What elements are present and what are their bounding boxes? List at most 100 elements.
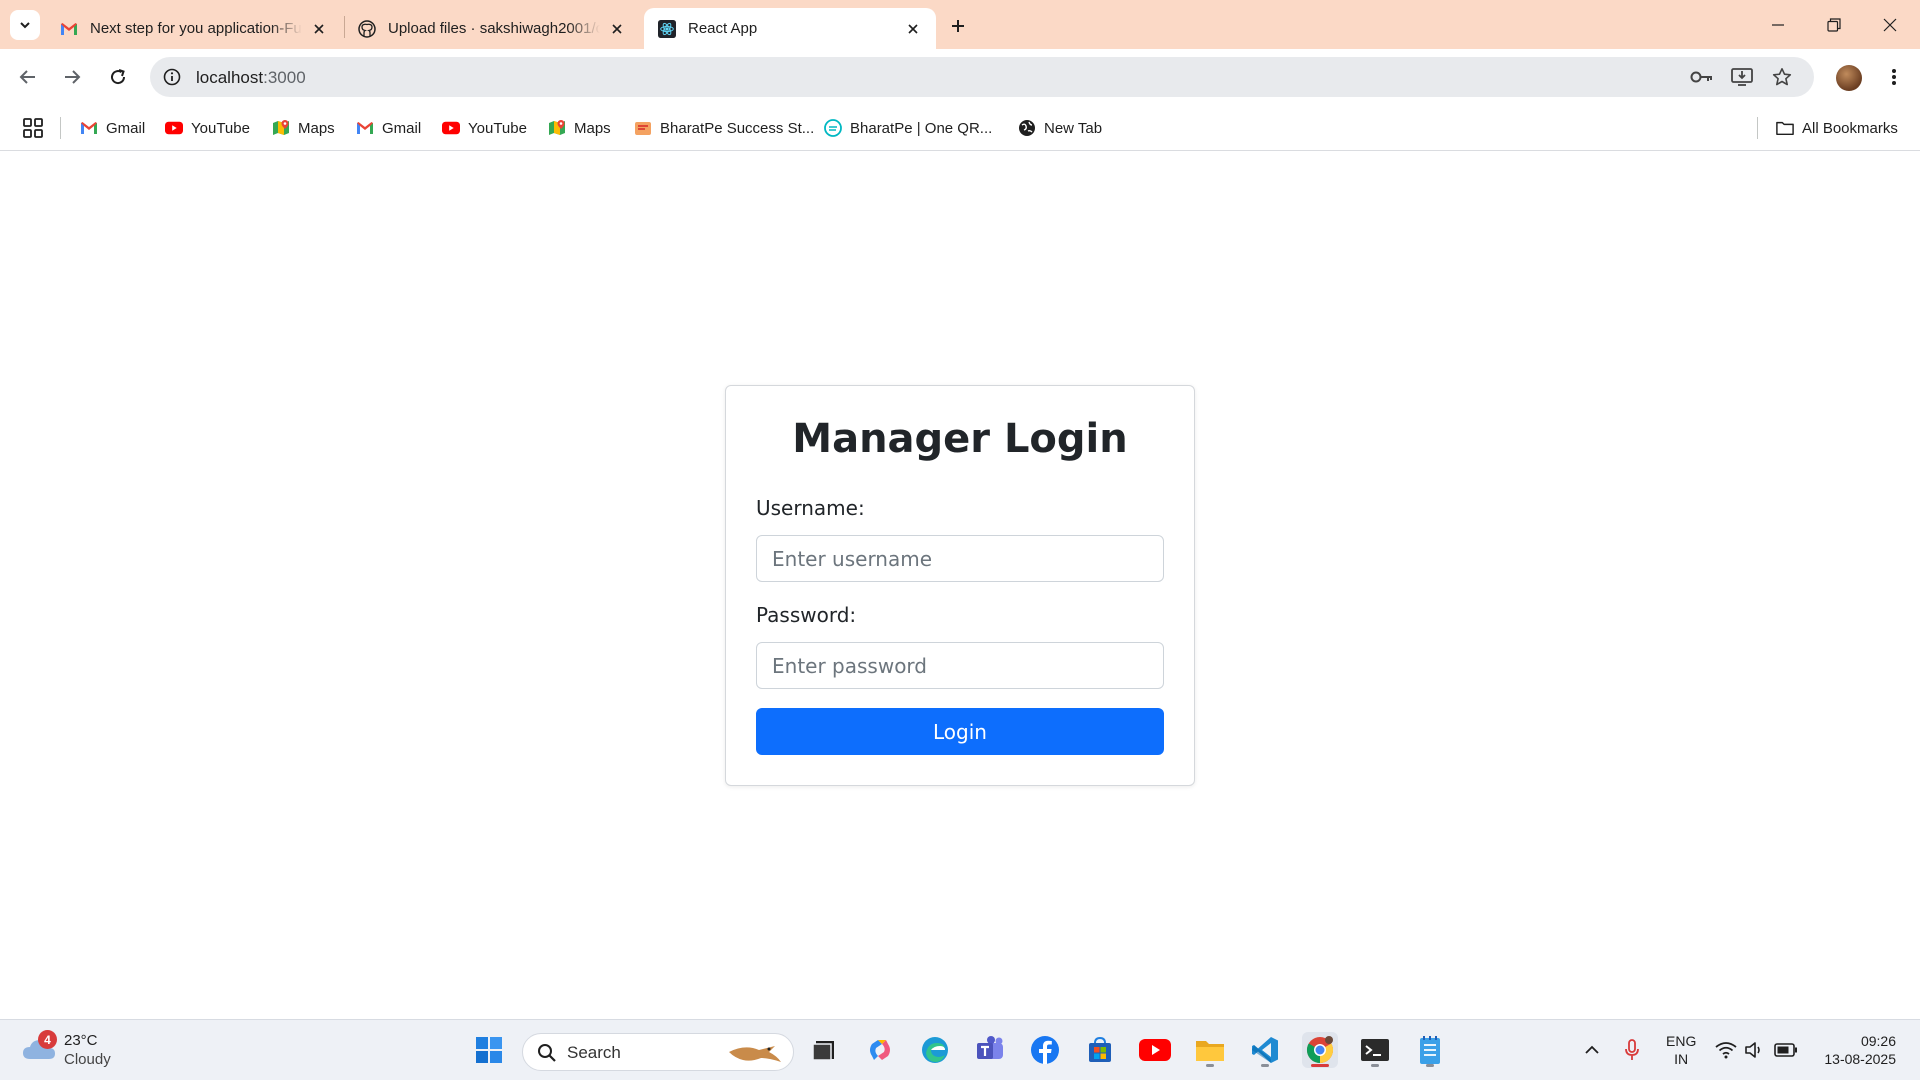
tab-react-app[interactable]: React App [644, 8, 936, 49]
url-host: localhost [196, 68, 264, 87]
maps-icon [548, 119, 566, 137]
system-clock[interactable]: 09:26 13-08-2025 [1812, 1032, 1896, 1068]
minimize-icon [1772, 23, 1784, 26]
tab-strip: Next step for you application-Fu Upload … [0, 0, 1920, 49]
github-icon [358, 19, 376, 38]
windows-logo-icon [476, 1037, 502, 1063]
bookmarks-divider [60, 117, 61, 139]
globe-icon [1018, 119, 1036, 137]
bookmark-label: BharatPe Success St... [660, 119, 815, 137]
terminal-button[interactable] [1357, 1032, 1393, 1068]
microphone-button[interactable] [1620, 1038, 1644, 1062]
edge-button[interactable] [917, 1032, 953, 1068]
password-key-icon[interactable] [1690, 65, 1714, 89]
speaker-icon [1745, 1042, 1760, 1058]
file-explorer-button[interactable] [1192, 1032, 1228, 1068]
taskbar-search-label: Search [567, 1043, 621, 1062]
youtube-icon [165, 119, 183, 137]
info-icon[interactable] [160, 65, 184, 89]
bookmark-new-tab[interactable]: New Tab [1018, 114, 1102, 142]
bookmark-maps[interactable]: Maps [548, 114, 611, 142]
weather-condition: Cloudy [64, 1051, 111, 1068]
gmail-icon [60, 20, 78, 38]
username-input[interactable] [756, 535, 1164, 582]
task-view-button[interactable] [806, 1032, 842, 1068]
bookmark-youtube[interactable]: YouTube [442, 114, 527, 142]
tab-gmail[interactable]: Next step for you application-Fu [46, 8, 342, 49]
password-input[interactable] [756, 642, 1164, 689]
reload-button[interactable] [102, 61, 134, 93]
close-window-button[interactable] [1862, 0, 1918, 49]
youtube-icon [1139, 1039, 1171, 1061]
install-app-icon[interactable] [1730, 65, 1754, 89]
bookmarks-bar: Gmail YouTube Maps Gmail YouTube Maps Bh… [0, 105, 1920, 151]
forward-button[interactable] [56, 61, 88, 93]
task-view-icon [812, 1041, 834, 1061]
all-bookmarks-button[interactable]: All Bookmarks [1776, 114, 1898, 142]
url-text[interactable]: localhost:3000 [196, 68, 306, 88]
youtube-app-button[interactable] [1137, 1032, 1173, 1068]
tab-title: Next step for you application-Fu [90, 20, 302, 37]
vscode-button[interactable] [1247, 1032, 1283, 1068]
start-button[interactable] [471, 1032, 507, 1068]
show-hidden-icons-button[interactable] [1580, 1038, 1604, 1062]
bookmark-label: YouTube [468, 119, 527, 137]
login-button[interactable]: Login [756, 708, 1164, 755]
browser-menu-button[interactable] [1880, 63, 1908, 91]
battery-button[interactable] [1774, 1038, 1798, 1062]
volume-button[interactable] [1742, 1038, 1766, 1062]
language-indicator[interactable]: ENG IN [1666, 1032, 1696, 1068]
bharatpe-icon [634, 119, 652, 137]
close-icon[interactable] [608, 20, 626, 38]
notepad-icon [1420, 1036, 1440, 1064]
close-icon[interactable] [310, 20, 328, 38]
back-button[interactable] [12, 61, 44, 93]
new-tab-button[interactable] [944, 12, 972, 40]
all-bookmarks-label: All Bookmarks [1802, 119, 1898, 137]
copilot-button[interactable] [862, 1032, 898, 1068]
weather-widget[interactable]: 4 23°C Cloudy [20, 1030, 130, 1072]
bookmark-label: Gmail [106, 119, 146, 137]
chrome-icon [1306, 1036, 1334, 1064]
star-icon[interactable] [1770, 65, 1794, 89]
facebook-button[interactable] [1027, 1032, 1063, 1068]
restore-button[interactable] [1806, 0, 1862, 49]
clock-date: 13-08-2025 [1824, 1051, 1896, 1067]
bookmark-maps[interactable]: Maps [272, 114, 335, 142]
apps-grid-icon[interactable] [22, 117, 44, 139]
password-label: Password: [756, 603, 857, 627]
address-bar[interactable]: localhost:3000 [150, 57, 1814, 97]
profile-avatar[interactable] [1836, 65, 1862, 91]
tab-title: React App [688, 20, 758, 37]
gmail-icon [356, 119, 374, 137]
plus-icon [952, 20, 964, 32]
restore-icon [1827, 17, 1841, 32]
close-icon[interactable] [904, 20, 922, 38]
chevron-down-icon [20, 22, 30, 29]
arrow-left-icon [19, 70, 35, 84]
tab-search-button[interactable] [10, 10, 40, 40]
chrome-button[interactable] [1302, 1032, 1338, 1068]
bookmark-label: New Tab [1044, 119, 1103, 137]
bookmark-label: BharatPe | One QR... [850, 119, 993, 137]
bookmark-bharatpe-qr[interactable]: BharatPe | One QR... [824, 114, 992, 142]
browser-toolbar: localhost:3000 [0, 49, 1920, 105]
bharatpe-qr-icon [824, 119, 842, 137]
wifi-icon [1715, 1042, 1737, 1059]
teams-button[interactable] [972, 1032, 1008, 1068]
bookmark-bharatpe-success[interactable]: BharatPe Success St... [634, 114, 814, 142]
bookmark-youtube[interactable]: YouTube [165, 114, 250, 142]
microsoft-store-button[interactable] [1082, 1032, 1118, 1068]
notepad-button[interactable] [1412, 1032, 1448, 1068]
minimize-button[interactable] [1750, 0, 1806, 49]
wifi-button[interactable] [1714, 1038, 1738, 1062]
bookmark-gmail[interactable]: Gmail [80, 114, 145, 142]
edge-icon [922, 1037, 948, 1063]
bookmark-gmail[interactable]: Gmail [356, 114, 421, 142]
tab-github[interactable]: Upload files · sakshiwagh2001/c [344, 8, 640, 49]
chevron-up-icon [1585, 1045, 1599, 1054]
battery-icon [1774, 1043, 1797, 1057]
taskbar-search[interactable]: Search [522, 1033, 794, 1071]
more-vertical-icon [1892, 69, 1896, 85]
bookmark-label: Maps [574, 119, 611, 137]
